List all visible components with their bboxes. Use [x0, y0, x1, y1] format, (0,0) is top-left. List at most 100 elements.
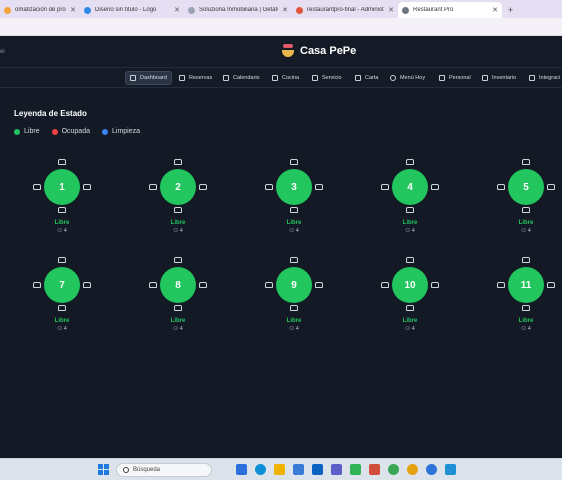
chair-icon — [149, 184, 157, 190]
chair-icon — [33, 184, 41, 190]
browser-toolbar — [0, 18, 562, 36]
whatsapp-icon[interactable] — [350, 464, 361, 475]
table-number[interactable]: 9 — [276, 267, 312, 303]
chair-icon — [290, 159, 298, 165]
table-5[interactable]: 5 Libre ⚇ 4 — [496, 158, 556, 240]
table-capacity: ⚇ 4 — [148, 326, 208, 332]
table-8[interactable]: 8 Libre ⚇ 4 — [148, 256, 208, 338]
chair-icon — [199, 282, 207, 288]
tab-favicon-icon — [84, 6, 91, 14]
user-plus-icon — [439, 75, 445, 81]
legend-label: Limpieza — [112, 128, 141, 135]
table-2[interactable]: 2 Libre ⚇ 4 — [148, 158, 208, 240]
table-number[interactable]: 11 — [508, 267, 544, 303]
chrome-alt-icon[interactable] — [407, 464, 418, 475]
chair-icon — [497, 184, 505, 190]
table-number[interactable]: 3 — [276, 169, 312, 205]
outlook-icon[interactable] — [312, 464, 323, 475]
table-number[interactable]: 8 — [160, 267, 196, 303]
chair-icon — [497, 282, 505, 288]
chair-icon — [381, 184, 389, 190]
table-4[interactable]: 4 Libre ⚇ 4 — [380, 158, 440, 240]
app-icon[interactable] — [369, 464, 380, 475]
edge-icon[interactable] — [255, 464, 266, 475]
chair-icon — [265, 282, 273, 288]
nav-item-servicio[interactable]: Servicio — [308, 71, 346, 85]
brand[interactable]: Casa PePe — [282, 44, 356, 57]
tab-close-icon[interactable]: ✕ — [282, 6, 288, 14]
chair-icon — [174, 257, 182, 263]
file-explorer-icon[interactable] — [274, 464, 285, 475]
chair-icon — [315, 282, 323, 288]
nav-item-carta[interactable]: Carta — [351, 71, 382, 85]
chair-icon — [58, 257, 66, 263]
tab-close-icon[interactable]: ✕ — [174, 6, 180, 14]
nav-item-inventario[interactable]: Inventario — [478, 71, 520, 85]
new-tab-button[interactable]: + — [502, 2, 519, 18]
chrome-icon[interactable] — [388, 464, 399, 475]
widgets-icon[interactable] — [236, 464, 247, 475]
nav-item-cocina[interactable]: Cocina — [268, 71, 303, 85]
table-capacity: ⚇ 4 — [380, 326, 440, 332]
tab-close-icon[interactable]: ✕ — [388, 6, 394, 14]
table-number[interactable]: 10 — [392, 267, 428, 303]
capacity-value: 4 — [527, 326, 531, 332]
table-status: Libre — [286, 220, 302, 226]
browser-tab[interactable]: omatización de procesos y ✕ — [0, 2, 80, 18]
sun-icon — [390, 75, 396, 81]
nav-item-reservas[interactable]: Reservas — [175, 71, 216, 85]
tab-close-icon[interactable]: ✕ — [70, 6, 76, 14]
tab-close-icon[interactable]: ✕ — [492, 6, 498, 14]
table-status: Libre — [518, 220, 534, 226]
store-icon[interactable] — [293, 464, 304, 475]
tab-favicon-icon — [402, 6, 409, 14]
chair-icon — [58, 159, 66, 165]
calendar-icon — [223, 75, 229, 81]
table-number[interactable]: 4 — [392, 169, 428, 205]
chair-icon — [406, 305, 414, 311]
photos-icon[interactable] — [445, 464, 456, 475]
nav-item-label: Carta — [365, 75, 379, 81]
browser-tab-active[interactable]: Restaurant Pro ✕ — [398, 2, 502, 18]
capacity-value: 4 — [411, 228, 415, 234]
chair-icon — [149, 282, 157, 288]
plug-icon — [529, 75, 535, 81]
chair-icon — [174, 159, 182, 165]
table-11[interactable]: 11 Libre ⚇ 4 — [496, 256, 556, 338]
chair-icon — [33, 282, 41, 288]
chair-icon — [406, 159, 414, 165]
table-capacity: ⚇ 4 — [380, 228, 440, 234]
table-number[interactable]: 2 — [160, 169, 196, 205]
taskbar-search[interactable]: Búsqueda — [116, 463, 212, 477]
table-status: Libre — [54, 220, 70, 226]
table-3[interactable]: 3 Libre ⚇ 4 — [264, 158, 324, 240]
table-7[interactable]: 7 Libre ⚇ 4 — [32, 256, 92, 338]
tab-title: Soluziona Inmobiliaria | Getafe — [199, 7, 279, 13]
table-1[interactable]: 1 Libre ⚇ 4 — [32, 158, 92, 240]
chair-icon — [406, 207, 414, 213]
chair-icon — [381, 282, 389, 288]
table-number[interactable]: 5 — [508, 169, 544, 205]
nav-item-dashboard[interactable]: Dashboard — [125, 71, 172, 85]
nav-item-calendario[interactable]: Calendario — [219, 71, 264, 85]
windows-start-icon[interactable] — [98, 464, 109, 475]
teams-icon[interactable] — [331, 464, 342, 475]
table-capacity: ⚇ 4 — [148, 228, 208, 234]
capacity-value: 4 — [411, 326, 415, 332]
legend-label: Libre — [24, 128, 40, 135]
table-number[interactable]: 1 — [44, 169, 80, 205]
legend-item-libre: Libre — [14, 128, 40, 135]
browser-tab[interactable]: Diseño sin título - Logo ✕ — [80, 2, 184, 18]
nav-item-integraciones[interactable]: Integraci — [525, 71, 562, 85]
nav-item-personal[interactable]: Personal — [435, 71, 475, 85]
table-number[interactable]: 7 — [44, 267, 80, 303]
browser-tab[interactable]: restaurantpro-final - Administr ✕ — [292, 2, 398, 18]
table-status: Libre — [170, 318, 186, 324]
table-10[interactable]: 10 Libre ⚇ 4 — [380, 256, 440, 338]
chair-icon — [522, 305, 530, 311]
nav-item-menu-hoy[interactable]: Menú Hoy — [386, 71, 429, 85]
chef-hat-icon — [272, 75, 278, 81]
table-9[interactable]: 9 Libre ⚇ 4 — [264, 256, 324, 338]
chrome-dev-icon[interactable] — [426, 464, 437, 475]
browser-tab[interactable]: Soluziona Inmobiliaria | Getafe ✕ — [184, 2, 292, 18]
